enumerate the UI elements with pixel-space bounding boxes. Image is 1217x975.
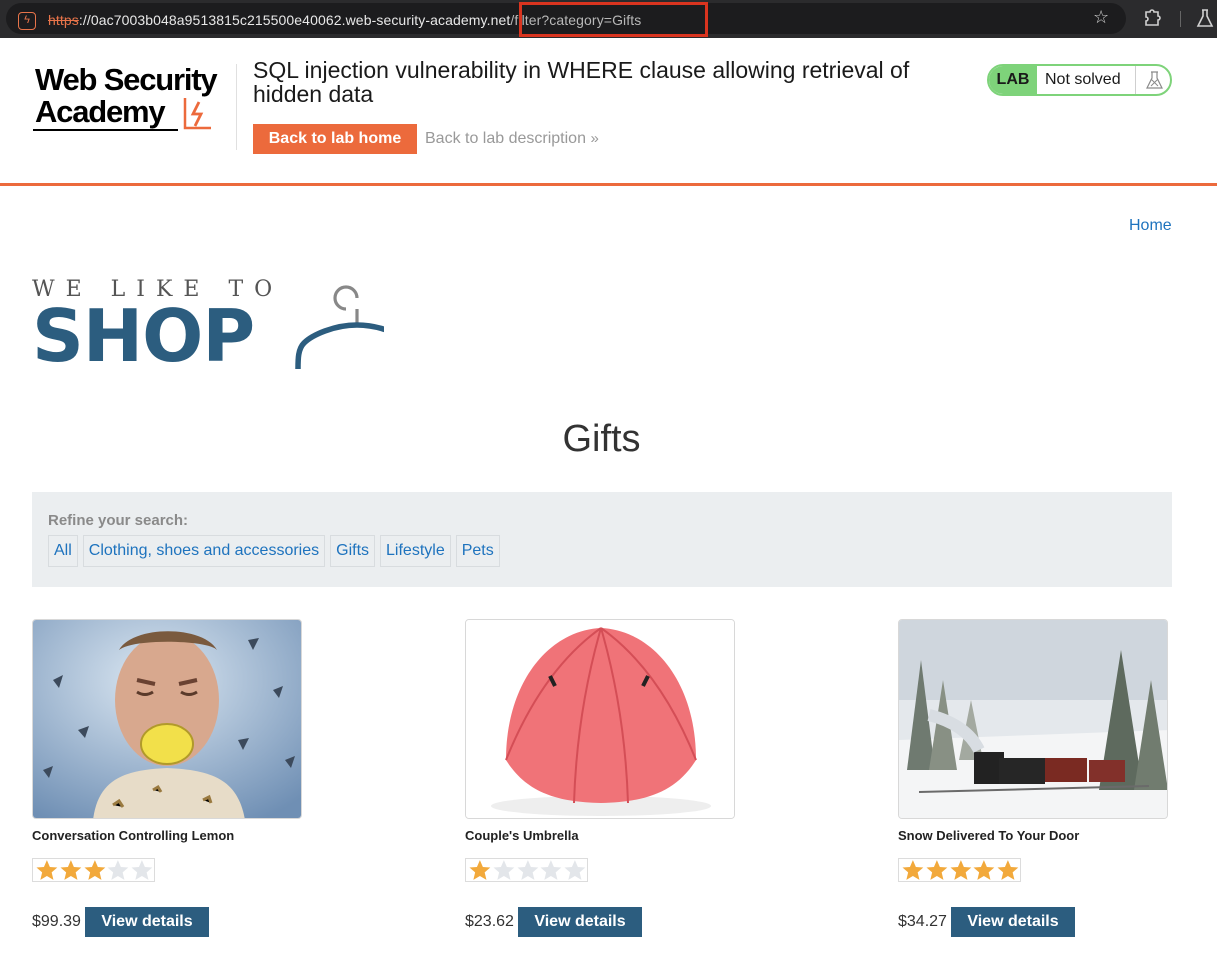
filled-star-icon: [469, 860, 491, 880]
filter-link-gifts[interactable]: Gifts: [330, 535, 376, 567]
empty-star-icon: [131, 860, 153, 880]
lab-title: SQL injection vulnerability in WHERE cla…: [253, 57, 910, 107]
empty-star-icon: [517, 860, 538, 880]
lab-badge: LAB: [989, 66, 1037, 94]
product-image[interactable]: [32, 619, 302, 819]
site-favicon-icon: ϟ: [18, 12, 36, 30]
star-rating: [32, 858, 155, 882]
lab-header: Web Security Academy SQL injection vulne…: [0, 38, 1217, 186]
filter-link-pets[interactable]: Pets: [455, 535, 500, 567]
filled-star-icon: [926, 860, 948, 880]
star-rating: [898, 858, 1021, 882]
view-details-button[interactable]: View details: [951, 907, 1075, 937]
browser-toolbar: ϟ https://0ac7003b048a9513815c215500e400…: [0, 0, 1217, 38]
product-card: Couple's Umbrella $23.62 View details: [465, 619, 735, 949]
filled-star-icon: [950, 860, 971, 880]
filled-star-icon: [902, 860, 924, 880]
steam-train-in-snow-image: [899, 620, 1167, 818]
category-filter-links: All Clothing, shoes and accessories Gift…: [48, 535, 500, 567]
filter-link-clothing[interactable]: Clothing, shoes and accessories: [82, 535, 326, 567]
status-icon-box: [1135, 66, 1170, 94]
star-rating: [465, 858, 588, 882]
bookmark-star-icon[interactable]: ☆: [1093, 7, 1109, 28]
logo-text-line1: Web Security: [35, 62, 218, 97]
filter-link-lifestyle[interactable]: Lifestyle: [380, 535, 451, 567]
red-umbrella-image: [466, 620, 734, 818]
filter-label: Refine your search:: [48, 512, 189, 529]
view-details-button[interactable]: View details: [518, 907, 642, 937]
lab-status-widget: LAB Not solved: [987, 64, 1172, 96]
product-name[interactable]: Snow Delivered To Your Door: [898, 828, 1079, 843]
category-filter-panel: Refine your search: All Clothing, shoes …: [32, 492, 1172, 587]
filled-star-icon: [60, 860, 82, 880]
logo-text-line2: Academy: [35, 94, 166, 129]
empty-star-icon: [107, 860, 129, 880]
product-price: $34.27: [898, 913, 947, 930]
shop-logo-word: SHOP: [32, 294, 255, 378]
man-biting-lemon-image: [33, 620, 301, 818]
flask-status-icon: [1146, 71, 1163, 89]
toolbar-separator: [1180, 11, 1181, 27]
view-details-button[interactable]: View details: [85, 907, 209, 937]
back-to-lab-description-link[interactable]: Back to lab description »: [425, 130, 599, 148]
product-image[interactable]: [898, 619, 1168, 819]
extensions-puzzle-icon[interactable]: [1143, 6, 1163, 28]
url-host: ://0ac7003b048a9513815c215500e40062.web-…: [78, 12, 491, 28]
filled-star-icon: [997, 860, 1019, 880]
lab-status-text: Not solved: [1045, 71, 1121, 88]
product-name[interactable]: Conversation Controlling Lemon: [32, 828, 234, 843]
logo-underline: [33, 129, 178, 131]
filled-star-icon: [36, 860, 58, 880]
we-like-to-shop-logo: WE LIKE TO SHOP: [32, 277, 392, 377]
double-chevron-right-icon: »: [590, 130, 599, 147]
logo-lightning-icon: [183, 98, 211, 130]
labs-flask-icon[interactable]: [1196, 7, 1214, 29]
empty-star-icon: [493, 860, 515, 880]
url-path-highlight-box: [519, 2, 708, 37]
header-divider: [236, 64, 237, 150]
back-to-lab-description-label: Back to lab description: [425, 130, 586, 147]
product-name[interactable]: Couple's Umbrella: [465, 828, 579, 843]
filter-link-all[interactable]: All: [48, 535, 78, 567]
product-image[interactable]: [465, 619, 735, 819]
filled-star-icon: [84, 860, 105, 880]
product-price: $99.39: [32, 913, 81, 930]
url-host-tail: net: [490, 12, 511, 28]
empty-star-icon: [540, 860, 562, 880]
product-card: Snow Delivered To Your Door $34.27 View …: [898, 619, 1168, 949]
home-link[interactable]: Home: [1129, 217, 1172, 235]
page-title: Gifts: [562, 418, 641, 460]
empty-star-icon: [564, 860, 586, 880]
back-to-lab-home-button[interactable]: Back to lab home: [253, 124, 417, 154]
product-price: $23.62: [465, 913, 514, 930]
filled-star-icon: [973, 860, 995, 880]
product-card: Conversation Controlling Lemon $99.39 Vi…: [32, 619, 302, 949]
clothes-hanger-icon: [295, 285, 384, 369]
url-protocol: https: [48, 12, 79, 28]
web-security-academy-logo[interactable]: Web Security Academy: [33, 62, 238, 152]
